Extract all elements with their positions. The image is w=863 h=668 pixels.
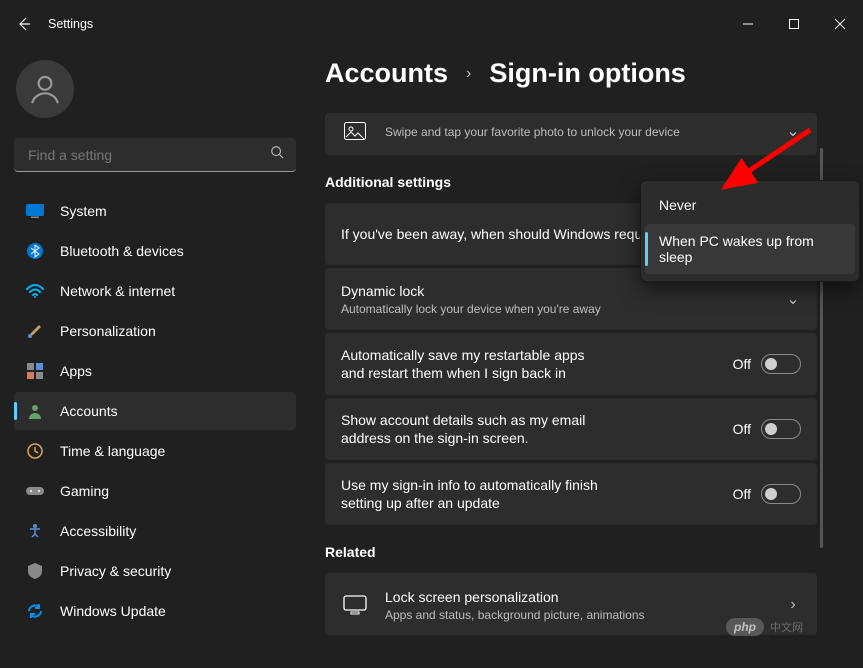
card-subtitle: Apps and status, background picture, ani… [385,608,769,622]
card-title: Lock screen personalization [385,588,769,606]
sidebar-item-label: Network & internet [60,283,175,299]
sidebar-item-label: Bluetooth & devices [60,243,184,259]
nav-list: System Bluetooth & devices Network & int… [14,192,296,630]
sidebar-item-personalization[interactable]: Personalization [14,312,296,350]
account-icon [26,402,44,420]
bluetooth-icon [26,242,44,260]
sidebar-item-label: Accounts [60,403,118,419]
dropdown-option-wake[interactable]: When PC wakes up from sleep [645,224,855,274]
sidebar-item-label: Accessibility [60,523,136,539]
window-controls [725,8,863,40]
system-icon [26,202,44,220]
search-field[interactable] [26,146,270,164]
shield-icon [26,562,44,580]
close-icon [835,19,845,29]
sidebar-item-privacy[interactable]: Privacy & security [14,552,296,590]
watermark-brand: php [726,618,764,636]
breadcrumb-parent[interactable]: Accounts [325,58,448,89]
sidebar-item-accounts[interactable]: Accounts [14,392,296,430]
restartable-apps-card: Automatically save my restartable apps a… [325,333,817,395]
wifi-icon [26,282,44,300]
update-icon [26,602,44,620]
maximize-button[interactable] [771,8,817,40]
back-arrow-icon [16,16,32,32]
chevron-right-icon: › [466,65,471,83]
restartable-toggle[interactable] [761,354,801,374]
maximize-icon [789,19,799,29]
sidebar-item-label: Apps [60,363,92,379]
card-title: Dynamic lock [341,282,769,300]
sidebar-item-update[interactable]: Windows Update [14,592,296,630]
sidebar-item-bluetooth[interactable]: Bluetooth & devices [14,232,296,270]
account-details-card: Show account details such as my email ad… [325,398,817,460]
person-icon [28,72,62,106]
breadcrumb: Accounts › Sign-in options [325,58,863,89]
auto-setup-toggle[interactable] [761,484,801,504]
watermark-suffix: 中文网 [770,619,803,635]
section-related: Related [325,544,817,560]
apps-icon [26,362,44,380]
sidebar-item-label: Personalization [60,323,156,339]
accessibility-icon [26,522,44,540]
search-input[interactable] [14,138,296,172]
sidebar-item-gaming[interactable]: Gaming [14,472,296,510]
watermark: php 中文网 [726,618,803,636]
search-icon [270,145,284,164]
minimize-icon [743,19,753,29]
sidebar-item-system[interactable]: System [14,192,296,230]
titlebar: Settings [0,0,863,48]
avatar[interactable] [16,60,74,118]
sidebar-item-label: System [60,203,107,219]
annotation-arrow [700,125,820,205]
sidebar: System Bluetooth & devices Network & int… [0,48,310,668]
picture-icon [341,117,369,145]
close-button[interactable] [817,8,863,40]
sidebar-item-apps[interactable]: Apps [14,352,296,390]
sidebar-item-time[interactable]: Time & language [14,432,296,470]
sidebar-item-label: Privacy & security [60,563,171,579]
monitor-icon [341,591,369,619]
sidebar-item-label: Gaming [60,483,109,499]
page-title: Sign-in options [489,58,685,89]
toggle-label: Off [733,486,751,502]
sidebar-item-label: Windows Update [60,603,166,619]
auto-setup-card: Use my sign-in info to automatically fin… [325,463,817,525]
gaming-icon [26,482,44,500]
sidebar-item-accessibility[interactable]: Accessibility [14,512,296,550]
minimize-button[interactable] [725,8,771,40]
clock-icon [26,442,44,460]
card-title: Automatically save my restartable apps a… [341,346,601,382]
card-subtitle: Automatically lock your device when you'… [341,302,769,316]
chevron-down-icon: ⌄ [785,289,801,309]
card-title: Use my sign-in info to automatically fin… [341,476,601,512]
toggle-label: Off [733,421,751,437]
card-title: Show account details such as my email ad… [341,411,601,447]
account-details-toggle[interactable] [761,419,801,439]
toggle-label: Off [733,356,751,372]
sidebar-item-network[interactable]: Network & internet [14,272,296,310]
chevron-right-icon: › [785,596,801,614]
back-button[interactable] [0,0,48,48]
paintbrush-icon [26,322,44,340]
window-title: Settings [48,17,93,31]
sidebar-item-label: Time & language [60,443,165,459]
